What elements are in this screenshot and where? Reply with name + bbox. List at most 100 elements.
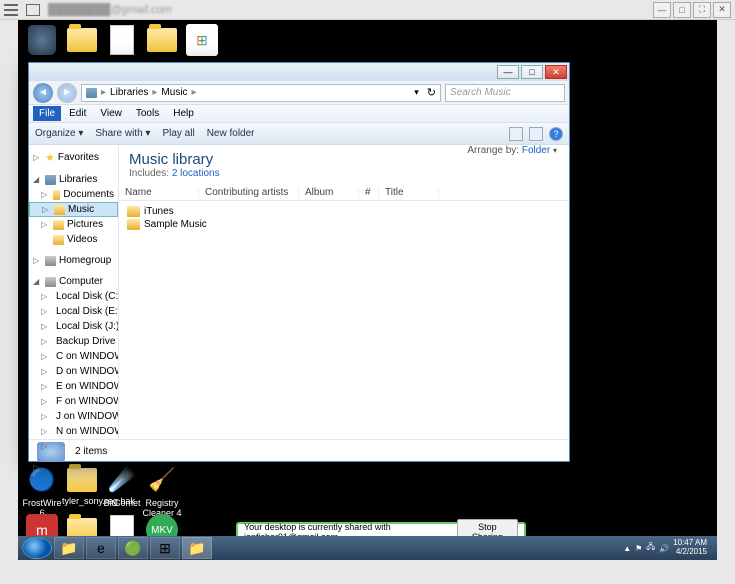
star-icon: ★: [45, 151, 55, 164]
remote-topbar: ████████@gmail.com — □ ⛶ ✕: [0, 0, 735, 20]
col-num[interactable]: #: [359, 187, 379, 198]
tree-local-j[interactable]: ▷Local Disk (J:): [29, 319, 118, 334]
folder-icon: [53, 235, 64, 245]
breadcrumb-libraries[interactable]: Libraries: [110, 87, 148, 98]
titlebar[interactable]: — □ ✕: [29, 63, 569, 81]
tray-volume-icon[interactable]: 🔊: [659, 544, 669, 553]
menu-tools[interactable]: Tools: [130, 106, 165, 121]
share-with-button[interactable]: Share with ▾: [95, 128, 150, 139]
tree-computer[interactable]: ◢Computer: [29, 274, 118, 289]
fullscreen-button[interactable]: ⛶: [693, 2, 711, 18]
screen-icon[interactable]: [26, 4, 40, 16]
window-minimize[interactable]: —: [497, 65, 519, 79]
col-album[interactable]: Album: [299, 187, 359, 198]
column-headers[interactable]: Name Contributing artists Album # Title: [119, 185, 569, 201]
locations-link[interactable]: 2 locations: [172, 168, 220, 179]
window-maximize[interactable]: □: [521, 65, 543, 79]
toolbar: Organize ▾ Share with ▾ Play all New fol…: [29, 123, 569, 145]
clock[interactable]: 10:47 AM 4/2/2015: [673, 539, 707, 557]
tree-d-win7[interactable]: ▷D on WINDOWS7: [29, 364, 118, 379]
minimize-button[interactable]: —: [653, 2, 671, 18]
bin-icon: [28, 25, 56, 55]
bitcomet-icon[interactable]: ☄️BitComet: [102, 464, 142, 508]
folder-icon: [67, 28, 97, 52]
system-tray[interactable]: ▲ ⚑ 🖧 🔊 10:47 AM 4/2/2015: [623, 539, 713, 557]
desktop-app-grid[interactable]: ⊞: [182, 24, 222, 58]
tree-c-win7[interactable]: ▷C on WINDOWS7: [29, 349, 118, 364]
registry-cleaner-icon[interactable]: 🧹Registry Cleaner 4: [142, 464, 182, 518]
search-input[interactable]: Search Music: [445, 84, 565, 102]
taskbar-app[interactable]: ⊞: [150, 537, 180, 559]
recycle-bin[interactable]: [22, 24, 62, 56]
tree-videos[interactable]: Videos: [29, 232, 118, 247]
play-all-button[interactable]: Play all: [162, 128, 194, 139]
menu-file[interactable]: File: [33, 106, 61, 121]
new-folder-button[interactable]: New folder: [207, 128, 255, 139]
view-options-icon[interactable]: [509, 127, 523, 141]
close-button[interactable]: ✕: [713, 2, 731, 18]
start-button[interactable]: [22, 537, 52, 559]
tree-local-c[interactable]: ▷Local Disk (C:): [29, 289, 118, 304]
taskbar: 📁 e 🟢 ⊞ 📁 ▲ ⚑ 🖧 🔊 10:47 AM 4/2/2015: [18, 536, 717, 560]
tree-libraries[interactable]: ◢Libraries: [29, 172, 118, 187]
folder-icon: [127, 206, 140, 217]
arrange-by[interactable]: Arrange by: Folder ▾: [467, 145, 557, 156]
desktop-file-1[interactable]: [102, 24, 142, 56]
menu-icon[interactable]: [4, 4, 18, 16]
content-pane: Music library Includes: 2 locations Arra…: [119, 145, 569, 439]
refresh-icon[interactable]: ↻: [427, 86, 436, 99]
tree-backup[interactable]: ▷Backup Drive (\\win: [29, 334, 118, 349]
nav-tree: ▷★Favorites ◢Libraries ▷Documents ▷Music…: [29, 145, 119, 439]
preview-pane-icon[interactable]: [529, 127, 543, 141]
tray-flag-icon[interactable]: ⚑: [635, 544, 642, 553]
tray-up-icon[interactable]: ▲: [623, 544, 631, 553]
file-icon: [110, 25, 134, 55]
frostwire-icon[interactable]: 🔵FrostWire 6: [22, 464, 62, 518]
breadcrumb-music[interactable]: Music: [161, 87, 187, 98]
item-sample-music[interactable]: Sample Music: [127, 218, 561, 231]
tree-e-win7[interactable]: ▷E on WINDOWS7: [29, 379, 118, 394]
tree-n-win7[interactable]: ▷N on WINDOWS7: [29, 424, 118, 439]
explorer-window: — □ ✕ ◄ ► ▸ Libraries ▸ Music ▸ ▾ ↻ Sear…: [28, 62, 570, 462]
tree-music[interactable]: ▷Music: [29, 202, 118, 217]
maximize-button[interactable]: □: [673, 2, 691, 18]
tree-homegroup[interactable]: ▷Homegroup: [29, 253, 118, 268]
tree-documents[interactable]: ▷Documents: [29, 187, 118, 202]
date: 4/2/2015: [673, 548, 707, 557]
desktop-folder-1[interactable]: [62, 24, 102, 56]
back-button[interactable]: ◄: [33, 83, 53, 103]
address-bar[interactable]: ▸ Libraries ▸ Music ▸ ▾ ↻: [81, 84, 441, 102]
organize-button[interactable]: Organize ▾: [35, 128, 83, 139]
tree-f-win7[interactable]: ▷F on WINDOWS7: [29, 394, 118, 409]
tray-network-icon[interactable]: 🖧: [646, 541, 655, 555]
tree-favorites[interactable]: ▷★Favorites: [29, 149, 118, 166]
session-email: ████████@gmail.com: [48, 4, 172, 16]
forward-button[interactable]: ►: [57, 83, 77, 103]
taskbar-ie[interactable]: e: [86, 537, 116, 559]
help-icon[interactable]: ?: [549, 127, 563, 141]
item-itunes[interactable]: iTunes: [127, 205, 561, 218]
menu-view[interactable]: View: [94, 106, 128, 121]
tree-j-win7[interactable]: ▷J on WINDOWS7: [29, 409, 118, 424]
folder-icon: [127, 219, 140, 230]
col-name[interactable]: Name: [119, 187, 199, 198]
menu-edit[interactable]: Edit: [63, 106, 92, 121]
folder-icon: [53, 220, 64, 230]
taskbar-explorer[interactable]: 📁: [54, 537, 84, 559]
desktop-folder-2[interactable]: [142, 24, 182, 56]
app-icon: 🔵: [26, 464, 58, 496]
folder-icon: [147, 28, 177, 52]
window-close[interactable]: ✕: [545, 65, 567, 79]
col-contributing[interactable]: Contributing artists: [199, 187, 299, 198]
app-icon: ☄️: [106, 464, 138, 496]
tyler-file[interactable]: tyler_sony.reg.bak: [62, 464, 102, 506]
menu-help[interactable]: Help: [167, 106, 200, 121]
taskbar-running-explorer[interactable]: 📁: [182, 537, 212, 559]
taskbar-chrome[interactable]: 🟢: [118, 537, 148, 559]
grid-icon: ⊞: [186, 24, 218, 56]
tree-pictures[interactable]: ▷Pictures: [29, 217, 118, 232]
status-bar: 2 items: [29, 439, 569, 463]
tree-local-e[interactable]: ▷Local Disk (E:): [29, 304, 118, 319]
item-count: 2 items: [75, 446, 107, 457]
col-title[interactable]: Title: [379, 187, 439, 198]
